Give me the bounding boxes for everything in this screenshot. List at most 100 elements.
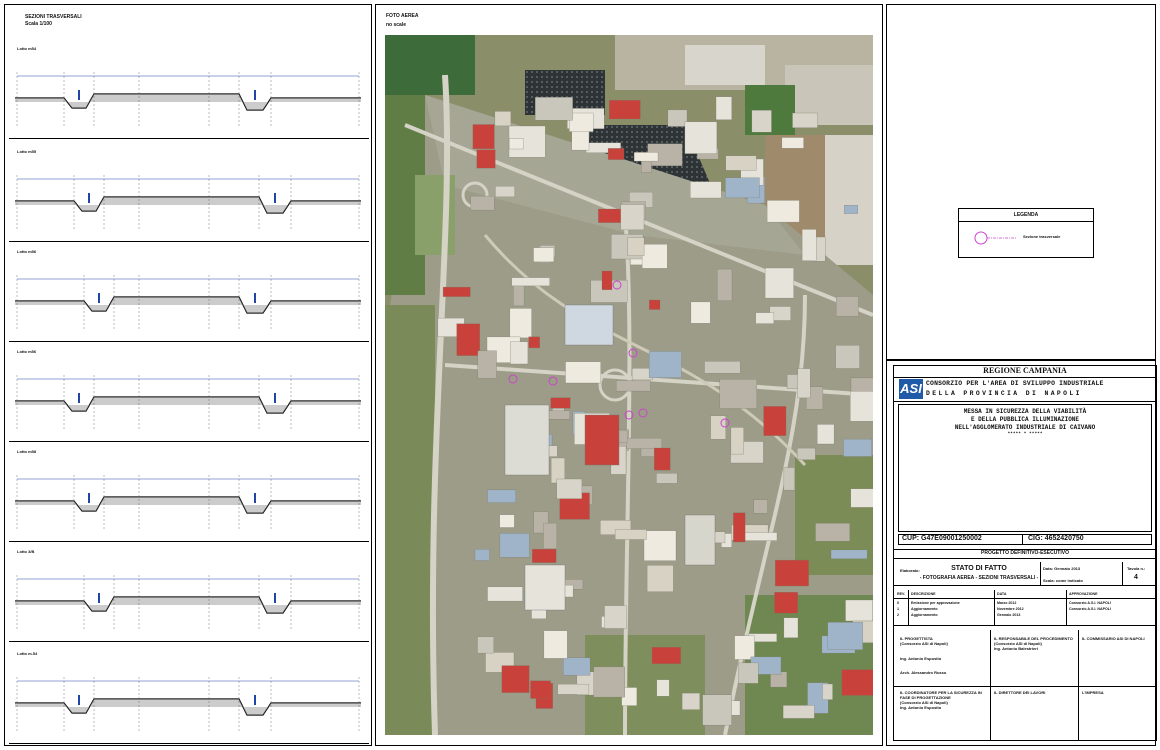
building xyxy=(477,350,497,379)
revision-column-divider xyxy=(1066,590,1067,626)
legend-item-label: Sezione trasversale xyxy=(1023,234,1061,239)
cross-section-2: Lotto m55 xyxy=(9,143,369,242)
building xyxy=(530,680,551,699)
building xyxy=(535,97,573,121)
sig-box-safety: IL COORDINATORE PER LA SICUREZZA IN FASE… xyxy=(894,686,991,741)
building xyxy=(774,592,798,614)
pole-marker xyxy=(98,593,100,603)
revision-column-divider xyxy=(994,590,995,626)
project-line3: NELL'AGGLOMERATO INDUSTRIALE DI CAIVANO xyxy=(954,424,1096,431)
building xyxy=(775,559,809,587)
building xyxy=(470,195,495,211)
consortium-line1: CONSORZIO PER L'AREA DI SVILUPPO INDUSTR… xyxy=(926,380,1104,387)
building xyxy=(817,424,835,445)
ground-hatch xyxy=(15,397,361,413)
ground-hatch xyxy=(15,297,361,313)
building xyxy=(609,100,641,120)
building xyxy=(557,683,590,695)
pole-marker xyxy=(98,293,100,303)
building xyxy=(815,523,850,542)
pole-marker xyxy=(274,193,276,203)
pole-marker xyxy=(254,90,256,100)
cup-code: CUP: G47E09001250002 xyxy=(902,535,982,542)
pole-marker xyxy=(274,593,276,603)
role-works: IL DIRETTORE DEI LAVORI xyxy=(994,690,1046,695)
sheet-label: Tavola n.: xyxy=(1127,566,1146,571)
building xyxy=(649,299,661,310)
building xyxy=(474,549,490,561)
building xyxy=(783,617,799,638)
consortium-line2: DELLA PROVINCIA DI NAPOLI xyxy=(926,390,1082,397)
cig-code: CIG: 4652420750 xyxy=(1028,535,1084,542)
building xyxy=(792,112,818,128)
building xyxy=(822,683,833,700)
building xyxy=(656,473,678,484)
building xyxy=(830,549,868,559)
pole-marker xyxy=(274,393,276,403)
revision-cell: DATA xyxy=(997,592,1007,596)
cross-section-5: Lotto m58 xyxy=(9,443,369,542)
drawing-type-label: Elaborato: xyxy=(900,568,920,573)
building xyxy=(556,478,583,499)
sheet-number: 4 xyxy=(1134,574,1138,581)
signature-grid: IL PROGETTISTA (Consorzio ASI di Napoli)… xyxy=(894,630,1156,741)
building xyxy=(845,599,873,622)
region-separator xyxy=(894,377,1156,378)
pole-marker xyxy=(254,695,256,705)
role-safety: IL COORDINATORE PER LA SICUREZZA IN FASE… xyxy=(900,690,982,700)
large-building xyxy=(684,514,716,566)
revision-cell: Emissione per approvazione xyxy=(911,601,960,605)
building xyxy=(543,630,568,659)
building xyxy=(730,427,744,455)
revision-table: REV. DESCRIZIONE DATA APPROVAZIONE 0 Emission… xyxy=(894,590,1156,626)
revision-header-separator xyxy=(894,598,1156,599)
sig-box-commissioner: IL COMMISSARIO ASI DI NAPOLI xyxy=(1078,630,1156,687)
building xyxy=(646,565,674,592)
large-building xyxy=(504,404,550,476)
role-designer-sub: (Consorzio ASI di Napoli) xyxy=(900,641,948,646)
sections-title: SEZIONI TRASVERSALI xyxy=(25,14,82,20)
building xyxy=(684,121,718,154)
large-building xyxy=(524,564,566,611)
building xyxy=(781,137,804,149)
building xyxy=(755,312,775,324)
large-building xyxy=(564,304,614,346)
cross-section-profile xyxy=(15,575,361,631)
building xyxy=(641,244,668,269)
building xyxy=(717,268,733,301)
scale-label: Scala: come indicato xyxy=(1043,578,1083,583)
cross-section-profile xyxy=(15,677,361,733)
project-line4: ***** * ***** xyxy=(1007,432,1043,437)
building xyxy=(476,149,496,169)
sig-box-company: L'IMPRESA xyxy=(1078,686,1156,741)
building xyxy=(801,229,817,261)
legend-box: LEGENDA Sezione trasversale xyxy=(958,208,1094,258)
role-commissioner: IL COMMISSARIO ASI DI NAPOLI xyxy=(1082,636,1145,641)
building xyxy=(487,586,523,602)
building xyxy=(690,301,711,324)
building xyxy=(782,705,815,719)
building xyxy=(783,467,795,491)
building xyxy=(715,96,732,120)
ground-hatch xyxy=(15,497,361,513)
building xyxy=(827,622,863,650)
legend-panel xyxy=(886,4,1156,360)
region-title: REGIONE CAMPANIA xyxy=(983,366,1067,375)
building xyxy=(690,181,722,199)
revision-cell: Novembre 2012 xyxy=(997,607,1024,611)
building xyxy=(543,522,557,549)
cross-section-profile xyxy=(15,375,361,431)
building xyxy=(509,138,524,150)
ground-hatch xyxy=(15,597,361,613)
building xyxy=(836,296,859,317)
photo-subtitle: no scale xyxy=(386,22,407,28)
building xyxy=(835,345,860,369)
revision-cell: Consorzio A.S.I. NAPOLI xyxy=(1069,601,1111,605)
asi-logo: ASI xyxy=(899,379,923,399)
aerial-photo-svg xyxy=(385,35,873,735)
building xyxy=(766,200,800,223)
building xyxy=(511,277,550,287)
building xyxy=(797,368,811,399)
revision-cell: Aggiornamento xyxy=(911,607,938,611)
revision-cell: 2 xyxy=(897,613,899,617)
